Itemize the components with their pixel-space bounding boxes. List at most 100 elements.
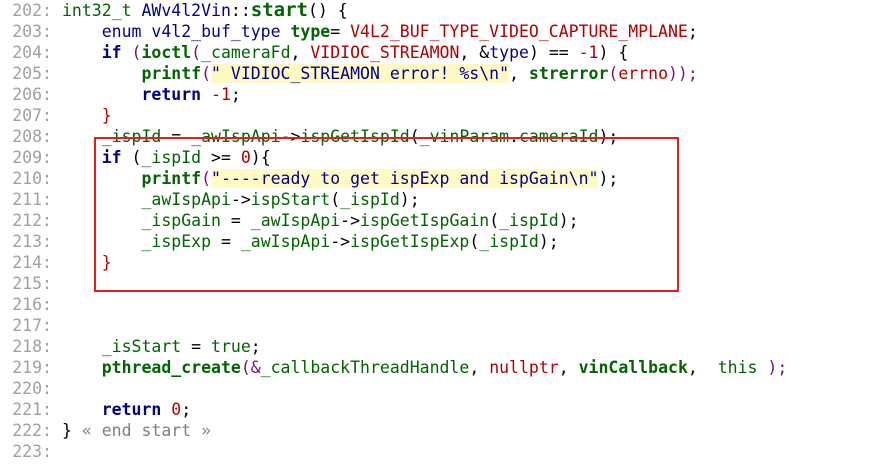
code-token: strerror — [528, 64, 609, 83]
code-token: cameraId — [519, 127, 599, 146]
code-text: return 0; — [62, 399, 191, 420]
code-token: ioctl — [141, 43, 192, 62]
code-token: ( — [131, 43, 142, 62]
code-token: -1 — [211, 85, 231, 104]
code-line[interactable]: 203: enum v4l2_buf_type type= V4L2_BUF_T… — [0, 21, 873, 42]
code-token: ( — [191, 43, 202, 62]
code-token: = — [161, 127, 192, 146]
code-token: -> — [330, 232, 351, 251]
code-token: = — [330, 22, 351, 41]
line-number: 216: — [12, 295, 52, 314]
code-token: , & — [459, 43, 490, 62]
code-token: 0 — [171, 400, 182, 419]
code-token: , — [558, 358, 579, 377]
code-token: return — [62, 400, 172, 419]
code-token: « end start » — [81, 421, 212, 440]
code-token: -1 — [578, 43, 599, 62]
code-text: _ispExp = _awIspApi->ispGetIspExp(_ispId… — [62, 231, 559, 252]
code-line[interactable]: 205: printf(" VIDIOC_STREAMON error! %s\… — [0, 63, 873, 84]
code-line[interactable]: 207: } — [0, 105, 873, 126]
code-token: () { — [307, 1, 348, 20]
code-line[interactable]: 222:} « end start » — [0, 420, 873, 441]
line-number: 212: — [12, 211, 52, 230]
code-line[interactable]: 202: int32_t AWv4l2Vin::start() { — [0, 0, 873, 21]
code-line[interactable]: 214: } — [0, 252, 873, 273]
code-token: } — [62, 253, 112, 272]
code-token: = — [220, 211, 251, 230]
code-text: _ispGain = _awIspApi->ispGetIspGain(_isp… — [62, 210, 579, 231]
code-token: ( — [469, 232, 480, 251]
code-editor[interactable]: 202: int32_t AWv4l2Vin::start() {203: enu… — [0, 0, 873, 475]
code-token: nullptr — [489, 358, 559, 377]
code-token: ; — [250, 337, 261, 356]
code-token: AWv4l2Vin — [131, 1, 231, 20]
code-line[interactable]: 219: pthread_create(&_callbackThreadHand… — [0, 357, 873, 378]
code-line[interactable]: 220: — [0, 378, 873, 399]
line-number: 207: — [12, 106, 52, 125]
code-token: ); — [399, 190, 420, 209]
code-token: ; — [230, 85, 241, 104]
code-token: int32_t — [62, 1, 132, 20]
code-token: errno — [618, 64, 668, 83]
code-line[interactable]: 209: if (_ispId >= 0){ — [0, 147, 873, 168]
code-text: pthread_create(&_callbackThreadHandle, n… — [62, 357, 788, 378]
line-number: 206: — [12, 85, 52, 104]
code-line[interactable]: 215: — [0, 273, 873, 294]
code-token: :: — [230, 1, 251, 20]
code-token: ); — [558, 211, 579, 230]
line-number: 208: — [12, 127, 52, 146]
code-token: ( — [201, 169, 212, 188]
code-token: , — [290, 43, 311, 62]
code-token: vinCallback — [578, 358, 688, 377]
code-token: pthread_create — [62, 358, 241, 377]
code-token: _ispId — [340, 190, 400, 209]
code-token: ( — [489, 211, 500, 230]
code-text: _awIspApi->ispStart(_ispId); — [62, 189, 420, 210]
code-line[interactable]: 204: if (ioctl(_cameraFd, VIDIOC_STREAMO… — [0, 42, 873, 63]
code-line[interactable]: 223: — [0, 441, 873, 462]
line-number: 210: — [12, 169, 52, 188]
line-number: 209: — [12, 148, 52, 167]
code-token: _ispId — [499, 211, 559, 230]
line-number: 205: — [12, 64, 52, 83]
code-line[interactable]: 216: — [0, 294, 873, 315]
code-text: _ispId = _awIspApi->ispGetIspId(_vinPara… — [62, 126, 619, 147]
code-line[interactable]: 221: return 0; — [0, 399, 873, 420]
line-number: 220: — [12, 379, 52, 398]
line-number: 215: — [12, 274, 52, 293]
code-text: printf("----ready to get ispExp and ispG… — [62, 168, 618, 189]
code-token: ); — [538, 232, 559, 251]
code-token: ( — [131, 148, 142, 167]
code-token: _ispId — [479, 232, 539, 251]
code-token: type — [489, 43, 529, 62]
code-token: ( — [608, 64, 619, 83]
code-token: "----ready to get ispExp and ispGain\n" — [211, 169, 599, 188]
code-token: this — [717, 358, 758, 377]
code-text: if (_ispId >= 0){ — [62, 147, 271, 168]
code-token: " VIDIOC_STREAMON error! %s\n" — [211, 64, 510, 83]
code-token: return — [62, 85, 212, 104]
code-token: _ispGain — [62, 211, 221, 230]
code-token: = — [181, 337, 212, 356]
code-token: ispGetIspGain — [360, 211, 490, 230]
code-line[interactable]: 210: printf("----ready to get ispExp and… — [0, 168, 873, 189]
code-token: if — [62, 148, 132, 167]
code-line[interactable]: 218: _isStart = true; — [0, 336, 873, 357]
code-line[interactable]: 206: return -1; — [0, 84, 873, 105]
code-token: _cameraFd — [201, 43, 291, 62]
code-line[interactable]: 212: _ispGain = _awIspApi->ispGetIspGain… — [0, 210, 873, 231]
code-line[interactable]: 217: — [0, 315, 873, 336]
code-token: true — [211, 337, 251, 356]
code-text: if (ioctl(_cameraFd, VIDIOC_STREAMON, &t… — [62, 42, 629, 63]
code-line[interactable]: 208: _ispId = _awIspApi->ispGetIspId(_vi… — [0, 126, 873, 147]
code-line[interactable]: 213: _ispExp = _awIspApi->ispGetIspExp(_… — [0, 231, 873, 252]
code-token: ); — [598, 127, 619, 146]
code-token: if — [62, 43, 132, 62]
code-token: >= — [201, 148, 241, 167]
code-line[interactable]: 211: _awIspApi->ispStart(_ispId); — [0, 189, 873, 210]
line-number: 214: — [12, 253, 52, 272]
line-number: 204: — [12, 43, 52, 62]
code-token: = — [211, 232, 241, 251]
code-token: ); — [757, 358, 788, 377]
line-number: 213: — [12, 232, 52, 251]
